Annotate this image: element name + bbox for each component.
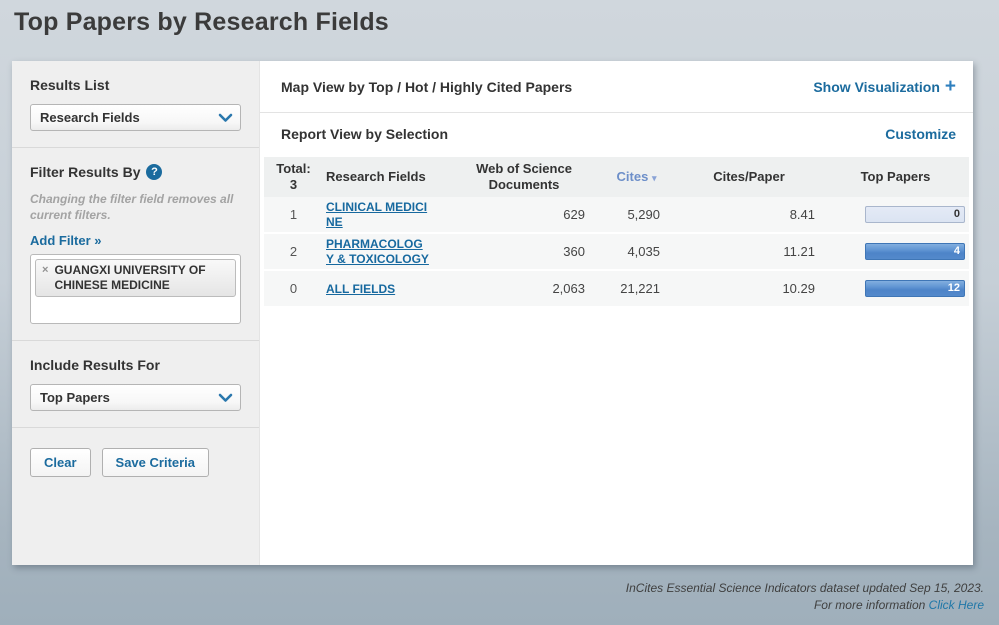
results-list-section: Results List Research Fields	[12, 61, 259, 148]
results-list-label: Results List	[30, 77, 109, 93]
click-here-link[interactable]: Click Here	[929, 598, 984, 612]
add-filter-link[interactable]: Add Filter »	[30, 233, 102, 248]
total-label: Total:	[266, 161, 321, 177]
filter-tag[interactable]: × GUANGXI UNIVERSITY OF CHINESE MEDICINE	[35, 259, 236, 297]
main-panel: Map View by Top / Hot / Highly Cited Pap…	[260, 61, 973, 565]
top-papers-bar[interactable]: 4	[865, 243, 965, 260]
row-cites: 21,221	[599, 281, 674, 296]
content-panels: Results List Research Fields Filter Resu…	[12, 61, 973, 565]
row-top-papers: 0	[824, 206, 967, 223]
include-results-selected-value: Top Papers	[40, 390, 110, 405]
chevron-down-icon	[218, 113, 233, 123]
row-field: PHARMACOLOGY & TOXICOLOGY	[321, 237, 449, 266]
row-cites: 5,290	[599, 207, 674, 222]
row-cites-per-paper: 10.29	[674, 281, 824, 296]
row-rank: 2	[266, 244, 321, 259]
show-visualization-label: Show Visualization	[813, 79, 940, 95]
column-total: Total: 3	[266, 161, 321, 192]
table-header-row: Total: 3 Research Fields Web of Science …	[264, 157, 969, 197]
cites-column-label: Cites	[617, 169, 649, 184]
results-list-select[interactable]: Research Fields	[30, 104, 241, 131]
research-field-link[interactable]: PHARMACOLOGY & TOXICOLOGY	[326, 237, 430, 266]
results-list-heading: Results List	[30, 77, 241, 93]
row-cites-per-paper: 8.41	[674, 207, 824, 222]
map-view-title: Map View by Top / Hot / Highly Cited Pap…	[281, 79, 572, 95]
column-top-papers[interactable]: Top Papers	[824, 169, 967, 185]
column-cites-per-paper[interactable]: Cites/Paper	[674, 169, 824, 185]
active-filters-box: × GUANGXI UNIVERSITY OF CHINESE MEDICINE	[30, 254, 241, 324]
row-wos-documents: 2,063	[449, 281, 599, 296]
row-top-papers: 4	[824, 243, 967, 260]
sidebar: Results List Research Fields Filter Resu…	[12, 61, 260, 565]
help-icon[interactable]: ?	[146, 164, 162, 180]
save-criteria-button[interactable]: Save Criteria	[102, 448, 210, 477]
results-list-selected-value: Research Fields	[40, 110, 140, 125]
dataset-updated-note: InCites Essential Science Indicators dat…	[0, 580, 984, 597]
table-row: 2 PHARMACOLOGY & TOXICOLOGY 360 4,035 11…	[264, 234, 969, 271]
page-title: Top Papers by Research Fields	[0, 0, 999, 37]
filter-heading: Filter Results By ?	[30, 164, 241, 180]
include-results-section: Include Results For Top Papers	[12, 341, 259, 428]
row-rank: 0	[266, 281, 321, 296]
total-count: 3	[266, 177, 321, 193]
remove-filter-icon[interactable]: ×	[42, 263, 48, 277]
report-view-header: Report View by Selection Customize	[260, 113, 973, 155]
filter-tag-label: GUANGXI UNIVERSITY OF CHINESE MEDICINE	[54, 263, 228, 292]
column-cites-sort[interactable]: Cites ▾	[599, 169, 674, 185]
top-papers-bar[interactable]: 12	[865, 280, 965, 297]
filter-note: Changing the filter field removes all cu…	[30, 191, 241, 223]
plus-icon: +	[945, 80, 956, 94]
row-wos-documents: 629	[449, 207, 599, 222]
include-results-label: Include Results For	[30, 357, 160, 373]
report-view-title: Report View by Selection	[281, 126, 448, 142]
map-view-header: Map View by Top / Hot / Highly Cited Pap…	[260, 61, 973, 113]
sort-descending-icon: ▾	[652, 173, 657, 183]
more-info-note: For more information	[814, 598, 925, 612]
column-research-fields[interactable]: Research Fields	[321, 169, 449, 185]
top-papers-bar[interactable]: 0	[865, 206, 965, 223]
row-cites-per-paper: 11.21	[674, 244, 824, 259]
include-results-heading: Include Results For	[30, 357, 241, 373]
row-rank: 1	[266, 207, 321, 222]
filter-section: Filter Results By ? Changing the filter …	[12, 148, 259, 341]
table-row: 1 CLINICAL MEDICINE 629 5,290 8.41 0	[264, 197, 969, 234]
column-wos-documents[interactable]: Web of Science Documents	[449, 161, 599, 192]
customize-link[interactable]: Customize	[885, 126, 956, 142]
row-cites: 4,035	[599, 244, 674, 259]
actions-section: Clear Save Criteria	[12, 428, 259, 493]
row-wos-documents: 360	[449, 244, 599, 259]
table-row: 0 ALL FIELDS 2,063 21,221 10.29 12	[264, 271, 969, 308]
dataset-footer: InCites Essential Science Indicators dat…	[0, 565, 999, 615]
filter-heading-label: Filter Results By	[30, 164, 140, 180]
chevron-down-icon	[218, 393, 233, 403]
clear-button[interactable]: Clear	[30, 448, 91, 477]
research-field-link[interactable]: ALL FIELDS	[326, 282, 395, 296]
show-visualization-link[interactable]: Show Visualization +	[813, 79, 956, 95]
row-field: CLINICAL MEDICINE	[321, 200, 449, 229]
row-field: ALL FIELDS	[321, 281, 449, 296]
include-results-select[interactable]: Top Papers	[30, 384, 241, 411]
report-table: Total: 3 Research Fields Web of Science …	[264, 157, 969, 308]
research-field-link[interactable]: CLINICAL MEDICINE	[326, 200, 430, 229]
row-top-papers: 12	[824, 280, 967, 297]
